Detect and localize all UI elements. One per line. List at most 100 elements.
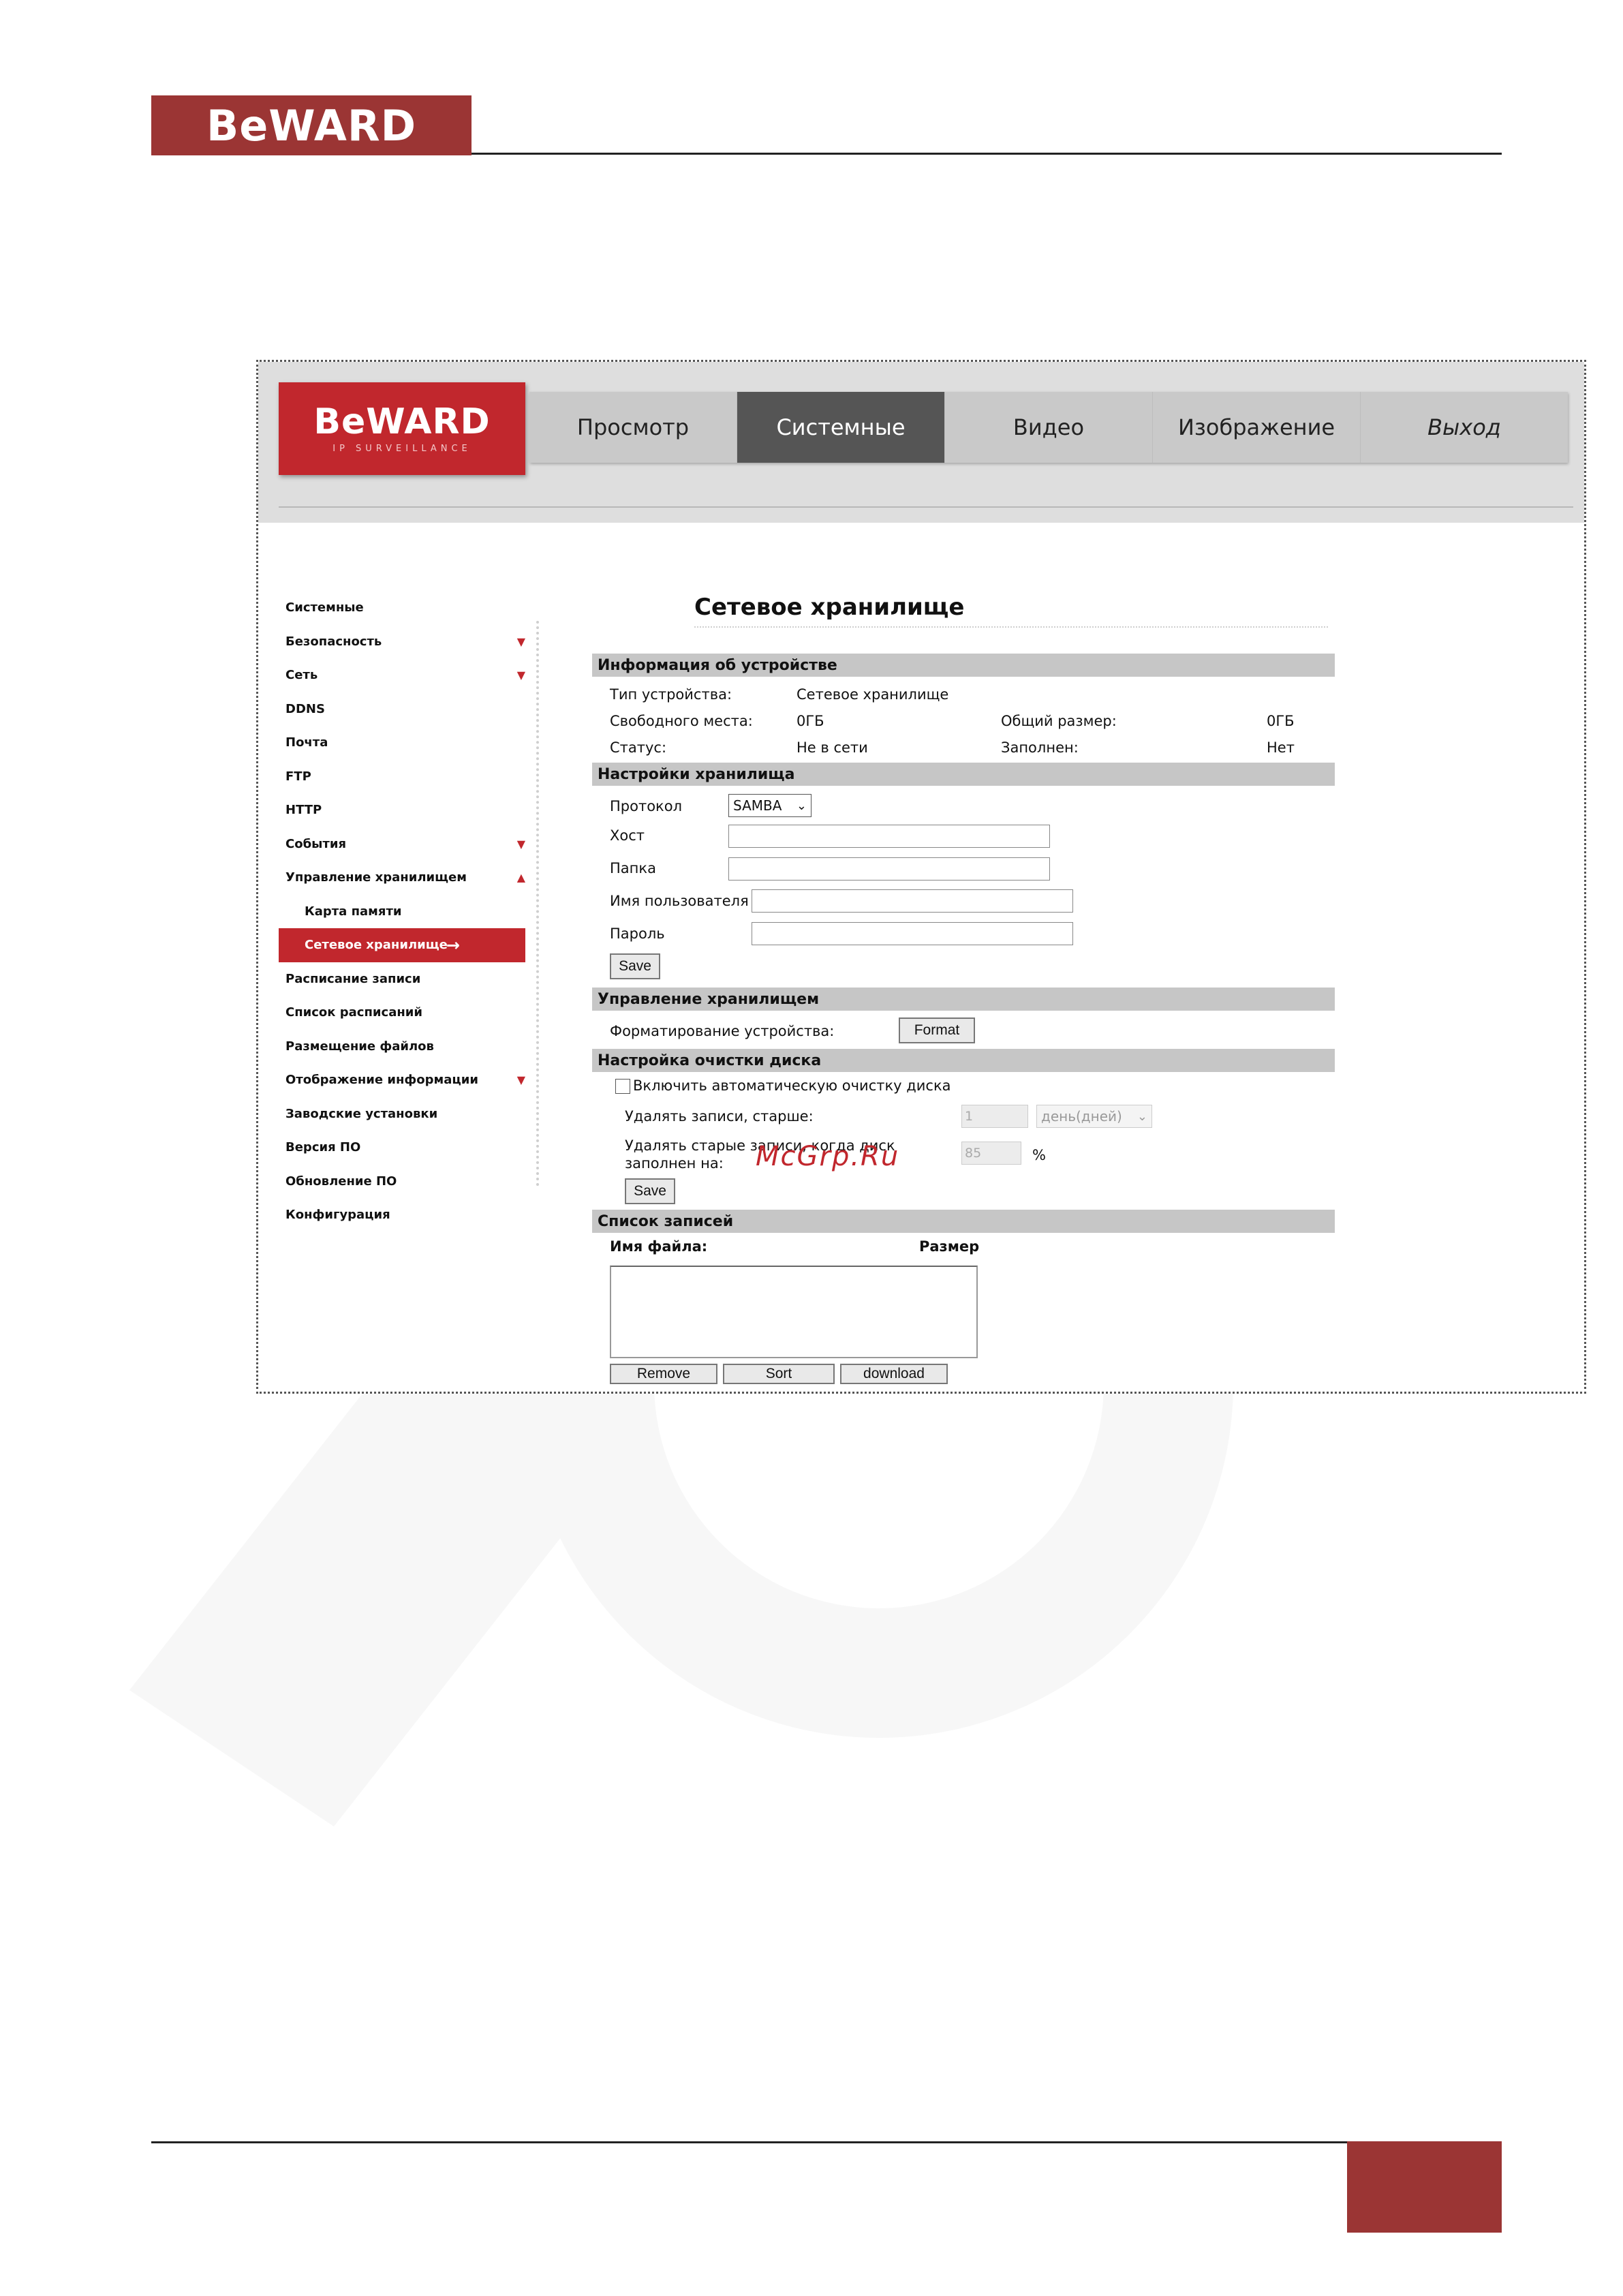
filename-column-header: Имя файла:: [610, 1238, 708, 1255]
sidebar-item-ftp[interactable]: FTP: [279, 760, 525, 794]
nav-video[interactable]: Видео: [945, 392, 1153, 463]
size-column-header: Размер: [919, 1238, 980, 1255]
device-type-label: Тип устройства:: [610, 686, 732, 703]
sidebar-item-events[interactable]: События ▼: [279, 827, 525, 861]
expand-down-icon: ▼: [516, 1073, 525, 1087]
sidebar-item-network-storage[interactable]: Сетевое хранилище →: [279, 928, 525, 962]
sidebar-item-label: Безопасность: [285, 634, 382, 649]
nav-image[interactable]: Изображение: [1153, 392, 1361, 463]
delete-older-label: Удалять записи, старше:: [625, 1108, 814, 1124]
expand-down-icon: ▼: [516, 634, 525, 648]
password-label: Пароль: [610, 925, 665, 942]
sidebar-item-label: Обновление ПО: [285, 1174, 397, 1189]
sort-button[interactable]: Sort: [723, 1364, 835, 1384]
chevron-down-icon: ⌄: [1137, 1109, 1147, 1124]
sidebar-item-label: HTTP: [285, 803, 322, 818]
sidebar-item-mail[interactable]: Почта: [279, 726, 525, 760]
status-label: Статус:: [610, 739, 667, 756]
sidebar-item-memory-card[interactable]: Карта памяти: [279, 895, 525, 929]
top-band-divider: [279, 506, 1573, 508]
protocol-select-value: SAMBA: [733, 797, 782, 814]
sidebar-item-factory-defaults[interactable]: Заводские установки: [279, 1097, 525, 1131]
full-label: Заполнен:: [1001, 739, 1079, 756]
title-underline: [694, 626, 1328, 628]
username-label: Имя пользователя: [610, 893, 749, 909]
sidebar-item-system[interactable]: Системные: [279, 591, 525, 625]
sidebar-item-network[interactable]: Сеть ▼: [279, 658, 525, 692]
host-label: Хост: [610, 827, 645, 844]
format-device-label: Форматирование устройства:: [610, 1023, 835, 1039]
sidebar-item-label: Сетевое хранилище: [305, 938, 448, 953]
total-size-value: 0ГБ: [1267, 713, 1295, 729]
username-input[interactable]: [752, 889, 1073, 913]
sidebar-item-label: Карта памяти: [305, 904, 402, 919]
section-disk-cleanup: Настройка очистки диска: [592, 1049, 1335, 1072]
camera-web-ui-screenshot: BeWARD IP SURVEILLANCE Просмотр Системны…: [256, 360, 1586, 1394]
sidebar-item-file-location[interactable]: Размещение файлов: [279, 1030, 525, 1064]
nav-system[interactable]: Системные: [737, 392, 945, 463]
sidebar-item-label: Версия ПО: [285, 1140, 361, 1155]
page-logo-text: BeWARD: [206, 100, 417, 151]
cleanup-save-button[interactable]: Save: [625, 1178, 675, 1204]
header-rule: [472, 153, 1502, 155]
expand-down-icon: ▼: [516, 837, 525, 851]
nav-logout[interactable]: Выход: [1361, 392, 1568, 463]
delete-older-unit-value: день(дней): [1041, 1108, 1122, 1124]
sidebar-item-label: Размещение файлов: [285, 1039, 434, 1054]
records-listbox[interactable]: [610, 1266, 978, 1358]
sidebar-item-security[interactable]: Безопасность ▼: [279, 625, 525, 659]
sidebar-item-record-schedule[interactable]: Расписание записи: [279, 962, 525, 996]
section-device-info: Информация об устройстве: [592, 654, 1335, 677]
full-value: Нет: [1267, 739, 1295, 756]
sidebar-item-schedule-list[interactable]: Список расписаний: [279, 996, 525, 1030]
sidebar-item-label: Расписание записи: [285, 971, 421, 986]
protocol-select[interactable]: SAMBA ⌄: [728, 794, 812, 817]
section-storage-settings: Настройки хранилища: [592, 763, 1335, 786]
auto-clean-checkbox[interactable]: [615, 1079, 630, 1094]
site-watermark-text: McGrp.Ru: [756, 1141, 900, 1172]
auto-clean-label: Включить автоматическую очистку диска: [633, 1077, 951, 1094]
device-type-value: Сетевое хранилище: [797, 686, 949, 703]
status-value: Не в сети: [797, 739, 868, 756]
collapse-up-icon: ▲: [516, 871, 525, 885]
protocol-label: Протокол: [610, 798, 683, 814]
chevron-down-icon: ⌄: [796, 798, 807, 813]
sidebar-item-storage-management[interactable]: Управление хранилищем ▲: [279, 861, 525, 895]
app-logo-text: BeWARD: [313, 401, 491, 442]
sidebar-item-label: FTP: [285, 769, 311, 784]
percent-sign: %: [1032, 1147, 1046, 1163]
folder-label: Папка: [610, 860, 656, 876]
sidebar-item-label: Сеть: [285, 668, 318, 683]
sidebar-item-firmware-update[interactable]: Обновление ПО: [279, 1165, 525, 1199]
sidebar-divider: [536, 621, 539, 1187]
delete-older-days-input[interactable]: 1: [961, 1105, 1028, 1128]
arrow-right-icon: →: [446, 935, 460, 955]
storage-save-button[interactable]: Save: [610, 953, 660, 979]
nav-view[interactable]: Просмотр: [529, 392, 737, 463]
sidebar-item-label: Почта: [285, 735, 328, 750]
download-button[interactable]: download: [840, 1364, 948, 1384]
sidebar-item-label: Список расписаний: [285, 1005, 423, 1020]
sidebar-item-firmware-version[interactable]: Версия ПО: [279, 1131, 525, 1165]
disk-full-percent-input[interactable]: 85: [961, 1142, 1021, 1165]
folder-input[interactable]: [728, 857, 1050, 881]
page-number-box: [1347, 2141, 1502, 2233]
sidebar-item-info-display[interactable]: Отображение информации ▼: [279, 1063, 525, 1097]
page-title: Сетевое хранилище: [694, 594, 965, 621]
sidebar-item-ddns[interactable]: DDNS: [279, 692, 525, 726]
total-size-label: Общий размер:: [1001, 713, 1117, 729]
host-input[interactable]: [728, 825, 1050, 848]
footer-rule: [151, 2141, 1347, 2143]
delete-older-unit-select[interactable]: день(дней) ⌄: [1036, 1105, 1152, 1128]
sidebar-item-http[interactable]: HTTP: [279, 793, 525, 827]
sidebar-item-label: Отображение информации: [285, 1073, 478, 1088]
sidebar-item-configuration[interactable]: Конфигурация: [279, 1198, 525, 1232]
format-button[interactable]: Format: [899, 1017, 975, 1043]
sidebar-item-label: DDNS: [285, 701, 325, 716]
app-logo-subtext: IP SURVEILLANCE: [333, 443, 472, 454]
page-brand-logo: BeWARD: [151, 95, 472, 155]
expand-down-icon: ▼: [516, 669, 525, 682]
remove-button[interactable]: Remove: [610, 1364, 717, 1384]
password-input[interactable]: [752, 922, 1073, 945]
sidebar-item-label: Заводские установки: [285, 1106, 438, 1121]
